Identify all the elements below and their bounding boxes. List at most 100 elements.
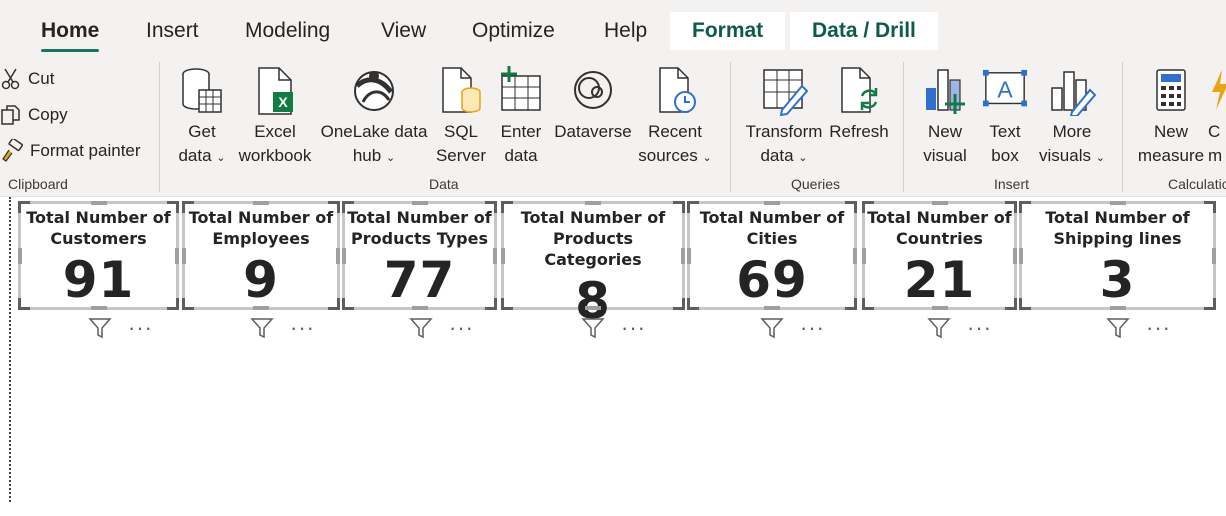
- enter-data-button[interactable]: Enter data: [496, 66, 546, 168]
- more-options-icon[interactable]: ···: [449, 317, 474, 339]
- resize-handle[interactable]: [485, 298, 497, 310]
- more-options-icon[interactable]: ···: [1146, 317, 1171, 339]
- card-visual[interactable]: Total Number of Products Types 77: [342, 201, 497, 310]
- tab-help[interactable]: Help: [604, 18, 647, 50]
- sql-server-button[interactable]: SQL Server: [434, 66, 488, 168]
- resize-handle[interactable]: [1204, 298, 1216, 310]
- resize-handle[interactable]: [411, 306, 428, 310]
- more-options-icon[interactable]: ···: [621, 317, 646, 339]
- resize-handle[interactable]: [501, 247, 505, 264]
- resize-handle[interactable]: [845, 298, 857, 310]
- resize-handle[interactable]: [687, 298, 699, 310]
- resize-handle[interactable]: [1005, 298, 1017, 310]
- resize-handle[interactable]: [931, 306, 948, 310]
- resize-handle[interactable]: [253, 201, 269, 205]
- resize-handle[interactable]: [411, 201, 428, 205]
- resize-handle[interactable]: [673, 201, 685, 213]
- resize-handle[interactable]: [18, 201, 30, 213]
- card-visual[interactable]: Total Number of Products Categories 8: [501, 201, 685, 327]
- transform-data-button[interactable]: Transform data ⌄: [744, 66, 824, 170]
- resize-handle[interactable]: [862, 201, 874, 213]
- resize-handle[interactable]: [328, 201, 340, 213]
- resize-handle[interactable]: [182, 201, 194, 213]
- resize-handle[interactable]: [501, 201, 513, 213]
- resize-handle[interactable]: [175, 247, 179, 264]
- resize-handle[interactable]: [687, 201, 699, 213]
- recent-sources-button[interactable]: Recent sources ⌄: [636, 66, 714, 170]
- filter-icon[interactable]: [927, 317, 951, 339]
- text-box-button[interactable]: A Text box: [982, 66, 1028, 168]
- resize-handle[interactable]: [342, 201, 354, 213]
- resize-handle[interactable]: [585, 306, 601, 310]
- tab-optimize[interactable]: Optimize: [472, 18, 555, 50]
- resize-handle[interactable]: [167, 298, 179, 310]
- resize-handle[interactable]: [1019, 201, 1031, 213]
- resize-handle[interactable]: [1204, 201, 1216, 213]
- resize-handle[interactable]: [1019, 298, 1031, 310]
- resize-handle[interactable]: [18, 247, 22, 264]
- resize-handle[interactable]: [493, 247, 497, 264]
- format-painter-button[interactable]: Format painter: [0, 136, 141, 166]
- resize-handle[interactable]: [1019, 247, 1023, 264]
- filter-icon[interactable]: [409, 317, 433, 339]
- resize-handle[interactable]: [336, 247, 340, 264]
- tab-view[interactable]: View: [381, 18, 426, 50]
- more-options-icon[interactable]: ···: [967, 317, 992, 339]
- card-visual[interactable]: Total Number of Shipping lines 3: [1019, 201, 1216, 310]
- resize-handle[interactable]: [167, 201, 179, 213]
- new-measure-button[interactable]: New measure: [1136, 66, 1206, 168]
- resize-handle[interactable]: [673, 298, 685, 310]
- new-visual-button[interactable]: New visual: [920, 66, 970, 168]
- resize-handle[interactable]: [18, 298, 30, 310]
- resize-handle[interactable]: [931, 201, 948, 205]
- filter-icon[interactable]: [760, 317, 784, 339]
- card-visual[interactable]: Total Number of Countries 21: [862, 201, 1017, 310]
- cut-button[interactable]: Cut: [0, 64, 54, 94]
- tab-format[interactable]: Format: [670, 12, 786, 50]
- resize-handle[interactable]: [764, 201, 780, 205]
- copy-button[interactable]: Copy: [0, 100, 68, 130]
- tab-home[interactable]: Home: [41, 18, 100, 52]
- report-canvas[interactable]: Total Number of Customers 91 ··· Total Numbe…: [0, 197, 1226, 516]
- get-data-button[interactable]: Get data ⌄: [174, 66, 230, 170]
- resize-handle[interactable]: [90, 201, 107, 205]
- resize-handle[interactable]: [681, 247, 685, 264]
- onelake-data-hub-button[interactable]: OneLake data hub ⌄: [318, 66, 430, 170]
- resize-handle[interactable]: [853, 247, 857, 264]
- resize-handle[interactable]: [1109, 306, 1126, 310]
- tab-modeling[interactable]: Modeling: [245, 18, 330, 50]
- tab-data-drill[interactable]: Data / Drill: [790, 12, 938, 50]
- resize-handle[interactable]: [1109, 201, 1126, 205]
- resize-handle[interactable]: [90, 306, 107, 310]
- refresh-button[interactable]: Refresh: [828, 66, 890, 144]
- resize-handle[interactable]: [687, 247, 691, 264]
- resize-handle[interactable]: [328, 298, 340, 310]
- resize-handle[interactable]: [1212, 247, 1216, 264]
- card-visual[interactable]: Total Number of Employees 9: [182, 201, 340, 310]
- card-visual[interactable]: Total Number of Customers 91: [18, 201, 179, 310]
- resize-handle[interactable]: [1005, 201, 1017, 213]
- resize-handle[interactable]: [501, 298, 513, 310]
- excel-workbook-button[interactable]: X Excel workbook: [234, 66, 316, 168]
- filter-icon[interactable]: [1106, 317, 1130, 339]
- resize-handle[interactable]: [862, 298, 874, 310]
- more-options-icon[interactable]: ···: [290, 317, 315, 339]
- resize-handle[interactable]: [585, 201, 601, 205]
- more-options-icon[interactable]: ···: [128, 317, 153, 339]
- resize-handle[interactable]: [342, 298, 354, 310]
- card-visual[interactable]: Total Number of Cities 69: [687, 201, 857, 310]
- resize-handle[interactable]: [845, 201, 857, 213]
- resize-handle[interactable]: [182, 298, 194, 310]
- filter-icon[interactable]: [250, 317, 274, 339]
- resize-handle[interactable]: [253, 306, 269, 310]
- quick-measure-button[interactable]: C m: [1208, 66, 1226, 168]
- resize-handle[interactable]: [862, 247, 866, 264]
- resize-handle[interactable]: [1013, 247, 1017, 264]
- dataverse-button[interactable]: Dataverse: [552, 66, 634, 144]
- more-visuals-button[interactable]: More visuals ⌄: [1036, 66, 1108, 170]
- filter-icon[interactable]: [581, 317, 605, 339]
- resize-handle[interactable]: [764, 306, 780, 310]
- tab-insert[interactable]: Insert: [146, 18, 199, 50]
- more-options-icon[interactable]: ···: [800, 317, 825, 339]
- resize-handle[interactable]: [485, 201, 497, 213]
